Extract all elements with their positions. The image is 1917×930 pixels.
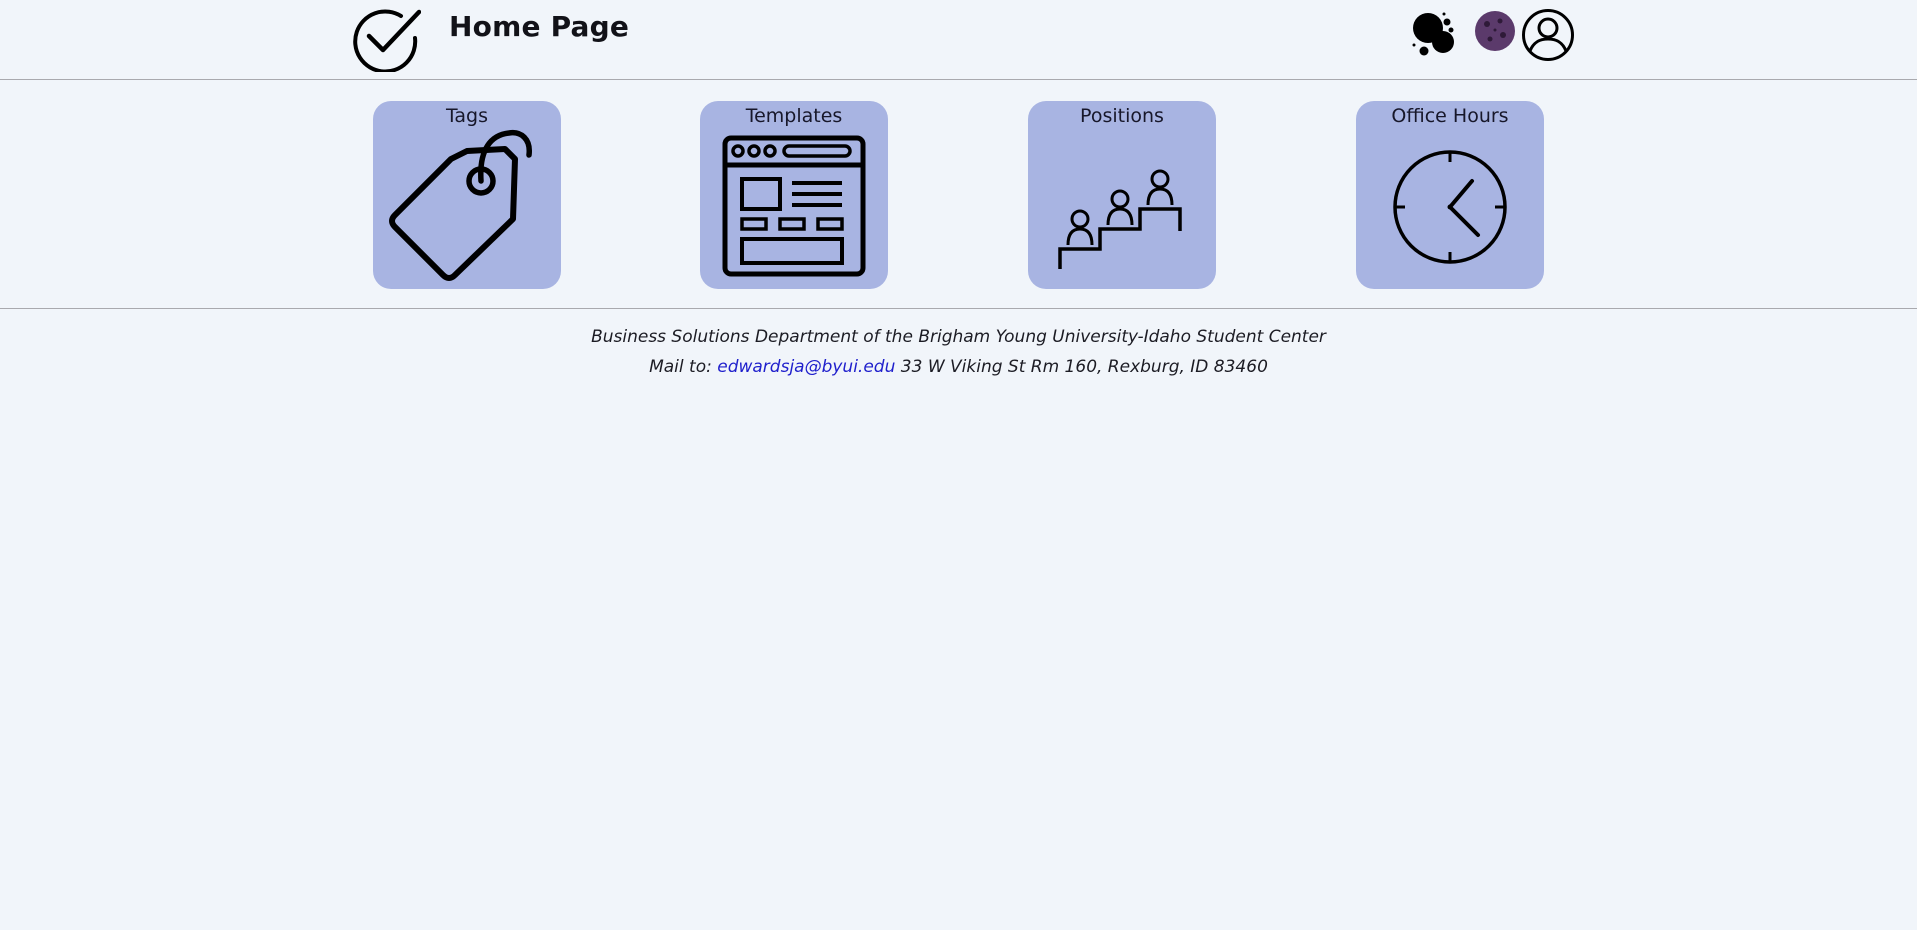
footer-department: Business Solutions Department of the Bri… (591, 327, 1326, 347)
tag-icon (389, 129, 532, 281)
office-hours-card[interactable]: Office Hours (1356, 101, 1544, 289)
card-label-tags: Tags (445, 105, 489, 127)
theme-bubbles-icon[interactable] (1410, 8, 1464, 58)
footer-contact: Mail to: edwardsja@byui.edu 33 W Viking … (0, 352, 1917, 382)
tags-card[interactable]: Tags (373, 101, 561, 289)
positions-stairs-icon (1058, 169, 1182, 269)
card-row: Tags Templates Positions Office Hours (0, 80, 1917, 309)
card-label-templates: Templates (745, 105, 843, 127)
email-link[interactable]: edwardsja@byui.edu (717, 357, 895, 377)
templates-card[interactable]: Templates (700, 101, 888, 289)
user-circle-icon[interactable] (1521, 8, 1575, 62)
cookie-icon[interactable] (1474, 10, 1516, 52)
card-label-office-hours: Office Hours (1391, 105, 1509, 127)
clock-icon (1393, 150, 1507, 264)
page-title: Home Page (449, 10, 630, 43)
check-circle-icon[interactable] (349, 4, 421, 72)
positions-card[interactable]: Positions (1028, 101, 1216, 289)
mail-prefix: Mail to: (649, 357, 712, 377)
card-label-positions: Positions (1080, 105, 1164, 127)
footer: Business Solutions Department of the Bri… (0, 322, 1917, 382)
footer-address: 33 W Viking St Rm 160, Rexburg, ID 83460 (900, 357, 1268, 377)
header: Home Page (0, 0, 1917, 80)
template-layout-icon (722, 135, 866, 277)
